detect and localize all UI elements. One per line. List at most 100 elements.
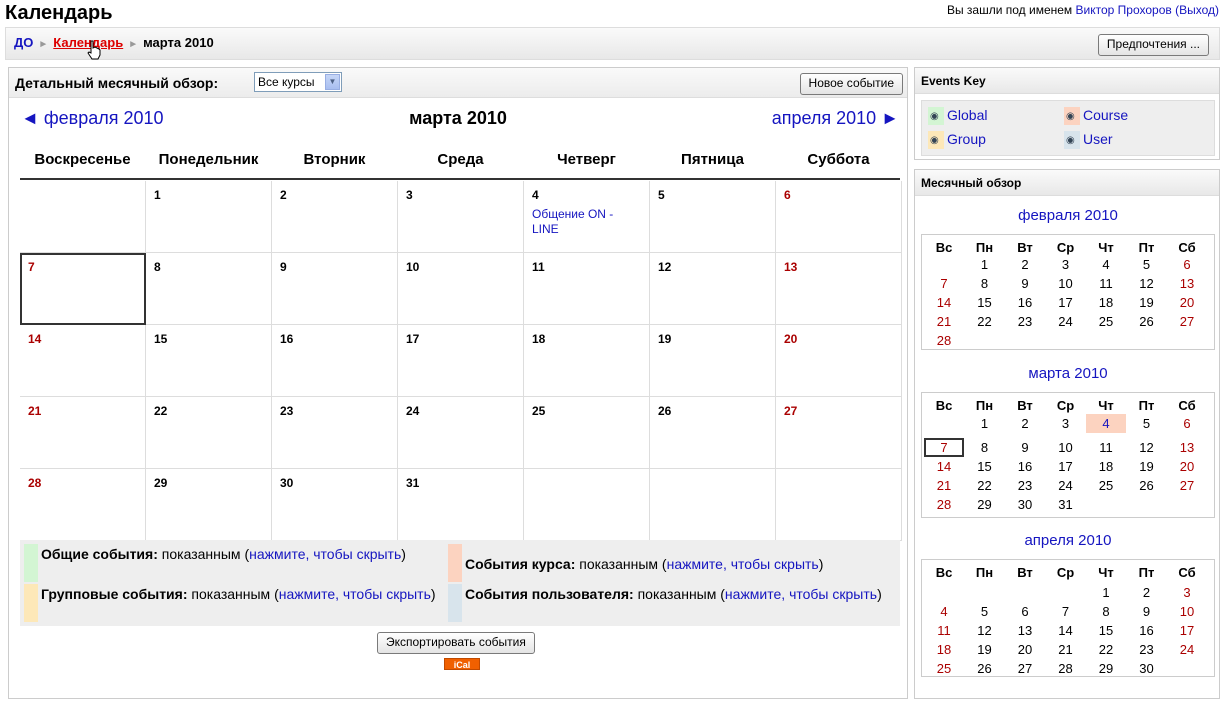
mini-day[interactable]: 1 [965, 414, 1005, 433]
mini-month-mar-title[interactable]: марта 2010 [915, 365, 1221, 382]
mini-day[interactable]: 5 [1127, 414, 1167, 433]
day-cell[interactable]: 11 [524, 253, 650, 325]
mini-day[interactable]: 5 [1127, 255, 1167, 274]
mini-day[interactable]: 6 [1167, 414, 1207, 433]
mini-day[interactable]: 19 [1127, 293, 1167, 312]
day-number[interactable]: 22 [154, 404, 167, 418]
mini-day[interactable]: 17 [1046, 457, 1086, 476]
day-cell[interactable]: 29 [146, 469, 272, 541]
day-cell[interactable]: 17 [398, 325, 524, 397]
mini-day[interactable]: 20 [1167, 457, 1207, 476]
mini-day[interactable]: 20 [1167, 293, 1207, 312]
day-cell[interactable]: 22 [146, 397, 272, 469]
day-number[interactable]: 5 [658, 188, 665, 202]
day-cell[interactable]: 5 [650, 181, 776, 253]
prev-month-link[interactable]: ◄ февраля 2010 [21, 108, 164, 129]
mini-day[interactable]: 28 [924, 331, 964, 350]
mini-day[interactable]: 28 [924, 495, 964, 514]
mini-day[interactable]: 31 [1046, 495, 1086, 514]
day-number[interactable]: 29 [154, 476, 167, 490]
day-number[interactable]: 21 [28, 404, 41, 418]
mini-day[interactable]: 28 [1046, 659, 1086, 678]
ical-link[interactable]: iCal [444, 658, 480, 670]
key-course-link[interactable]: Course [1083, 107, 1128, 123]
day-cell[interactable]: 6 [776, 181, 902, 253]
mini-day[interactable]: 2 [1005, 255, 1045, 274]
day-cell[interactable]: 10 [398, 253, 524, 325]
mini-day[interactable]: 29 [1086, 659, 1126, 678]
mini-day[interactable]: 10 [1046, 274, 1086, 293]
mini-day[interactable]: 19 [965, 640, 1005, 659]
mini-day[interactable]: 24 [1046, 312, 1086, 331]
day-number[interactable]: 16 [280, 332, 293, 346]
mini-month-feb-title[interactable]: февраля 2010 [915, 207, 1221, 224]
day-cell[interactable]: 30 [272, 469, 398, 541]
key-user[interactable]: ◉ User [1064, 131, 1113, 150]
day-number[interactable]: 30 [280, 476, 293, 490]
mini-day[interactable]: 15 [965, 457, 1005, 476]
event-link[interactable]: Общение ON - LINE [532, 207, 637, 237]
mini-day[interactable]: 1 [965, 255, 1005, 274]
day-number[interactable]: 11 [532, 260, 545, 274]
mini-day[interactable]: 3 [1046, 414, 1086, 433]
mini-day[interactable]: 24 [1046, 476, 1086, 495]
mini-day[interactable]: 30 [1005, 495, 1045, 514]
day-cell[interactable]: 9 [272, 253, 398, 325]
day-number[interactable]: 18 [532, 332, 545, 346]
day-cell[interactable]: 31 [398, 469, 524, 541]
mini-day[interactable]: 20 [1005, 640, 1045, 659]
mini-day[interactable]: 8 [965, 438, 1005, 457]
day-number[interactable]: 28 [28, 476, 41, 490]
mini-day[interactable]: 3 [1046, 255, 1086, 274]
mini-day[interactable]: 18 [1086, 457, 1126, 476]
day-cell[interactable]: 4 Общение ON - LINE [524, 181, 650, 253]
mini-day[interactable]: 12 [1127, 274, 1167, 293]
day-cell[interactable]: 26 [650, 397, 776, 469]
day-cell[interactable]: 24 [398, 397, 524, 469]
mini-day[interactable]: 30 [1127, 659, 1167, 678]
mini-day[interactable]: 8 [965, 274, 1005, 293]
day-number[interactable]: 14 [28, 332, 41, 346]
day-number[interactable]: 9 [280, 260, 287, 274]
mini-day[interactable]: 16 [1005, 457, 1045, 476]
mini-day[interactable]: 4 [924, 602, 964, 621]
key-global-link[interactable]: Global [947, 107, 987, 123]
mini-day[interactable]: 21 [1046, 640, 1086, 659]
legend-global-toggle-link[interactable]: нажмите, чтобы скрыть [249, 546, 401, 562]
day-number[interactable]: 13 [784, 260, 797, 274]
mini-day[interactable]: 14 [924, 457, 964, 476]
mini-day[interactable]: 15 [965, 293, 1005, 312]
mini-day[interactable]: 14 [1046, 621, 1086, 640]
day-number[interactable]: 6 [784, 188, 791, 202]
day-cell[interactable]: 1 [146, 181, 272, 253]
mini-day[interactable]: 22 [965, 476, 1005, 495]
mini-day[interactable]: 19 [1127, 457, 1167, 476]
day-cell[interactable]: 16 [272, 325, 398, 397]
new-event-button[interactable]: Новое событие [799, 73, 903, 95]
mini-day[interactable]: 27 [1005, 659, 1045, 678]
day-number[interactable]: 15 [154, 332, 167, 346]
mini-day[interactable]: 12 [965, 621, 1005, 640]
next-month-link[interactable]: апреля 2010 ► [772, 108, 899, 129]
mini-day[interactable]: 9 [1005, 438, 1045, 457]
day-number[interactable]: 4 [532, 188, 539, 202]
mini-day[interactable]: 23 [1005, 312, 1045, 331]
mini-day[interactable]: 23 [1127, 640, 1167, 659]
key-user-link[interactable]: User [1083, 131, 1113, 147]
day-number[interactable]: 19 [658, 332, 671, 346]
day-cell[interactable]: 25 [524, 397, 650, 469]
day-cell[interactable]: 23 [272, 397, 398, 469]
day-cell[interactable]: 20 [776, 325, 902, 397]
day-number[interactable]: 24 [406, 404, 419, 418]
day-number[interactable]: 12 [658, 260, 671, 274]
mini-day[interactable]: 29 [965, 495, 1005, 514]
mini-day[interactable]: 22 [1086, 640, 1126, 659]
day-number[interactable]: 7 [28, 260, 35, 274]
mini-day[interactable]: 26 [1127, 476, 1167, 495]
legend-course-toggle-link[interactable]: нажмите, чтобы скрыть [667, 556, 819, 572]
mini-day[interactable]: 18 [1086, 293, 1126, 312]
mini-day[interactable]: 13 [1167, 274, 1207, 293]
mini-day[interactable]: 1 [1086, 583, 1126, 602]
day-number[interactable]: 26 [658, 404, 671, 418]
mini-day[interactable]: 7 [924, 274, 964, 293]
